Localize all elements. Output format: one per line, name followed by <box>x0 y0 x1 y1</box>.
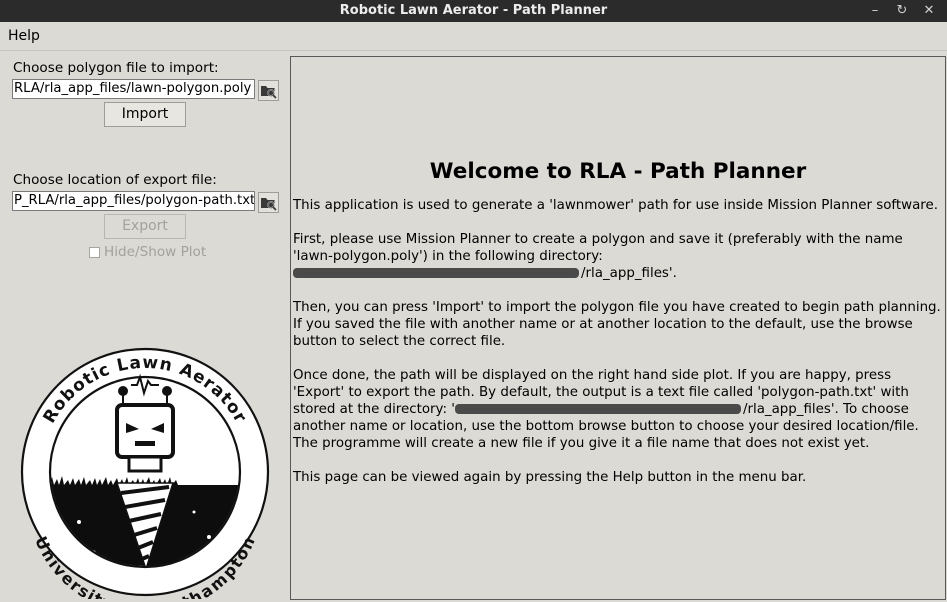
menu-bar: Help <box>0 22 947 51</box>
help-panel: Welcome to RLA - Path Planner This appli… <box>290 56 946 600</box>
help-paragraph-2-path-end: /rla_app_files'. <box>581 266 677 281</box>
help-paragraph-4: Once done, the path will be displayed on… <box>293 367 945 452</box>
help-paragraph-3: Then, you can press 'Import' to import t… <box>293 300 941 349</box>
redacted-path <box>454 404 741 414</box>
redacted-path <box>293 268 579 278</box>
window-titlebar: Robotic Lawn Aerator - Path Planner – ↻ … <box>0 0 947 22</box>
help-paragraph-2: First, please use Mission Planner to cre… <box>293 231 945 282</box>
help-paragraph-2-text: First, please use Mission Planner to cre… <box>293 232 903 264</box>
help-paragraph-1: This application is used to generate a '… <box>293 198 938 213</box>
import-button[interactable]: Import <box>104 102 186 127</box>
export-browse-button[interactable] <box>258 192 279 213</box>
rla-logo: Robotic Lawn Aerator University of South… <box>20 347 270 599</box>
export-button[interactable]: Export <box>104 214 186 239</box>
restore-icon[interactable]: ↻ <box>893 2 911 20</box>
export-label: Choose location of export file: <box>13 172 217 188</box>
help-text: This application is used to generate a '… <box>293 197 945 503</box>
help-title: Welcome to RLA - Path Planner <box>429 159 807 184</box>
import-label: Choose polygon file to import: <box>13 60 219 76</box>
minimize-icon[interactable]: – <box>866 2 884 20</box>
help-paragraph-5: This page can be viewed again by pressin… <box>293 470 807 485</box>
folder-search-icon <box>261 86 277 99</box>
close-icon[interactable]: ✕ <box>920 2 938 20</box>
menu-help[interactable]: Help <box>8 28 40 44</box>
import-browse-button[interactable] <box>258 80 279 101</box>
hide-show-plot-label: Hide/Show Plot <box>104 244 207 260</box>
folder-search-icon <box>261 198 277 211</box>
export-path-input[interactable]: P_RLA/rla_app_files/polygon-path.txt <box>12 191 255 211</box>
hide-show-plot-checkbox[interactable] <box>89 247 100 258</box>
import-path-input[interactable]: RLA/rla_app_files/lawn-polygon.poly <box>12 79 255 99</box>
window-title: Robotic Lawn Aerator - Path Planner <box>339 3 608 18</box>
